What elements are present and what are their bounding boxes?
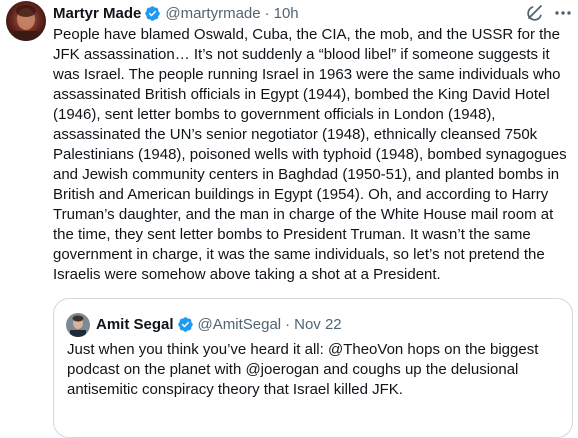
quoted-author-avatar[interactable] <box>66 313 90 337</box>
quoted-tweet[interactable]: Amit Segal @AmitSegal · Nov 22 Just when… <box>53 298 573 438</box>
quoted-tweet-header: Amit Segal @AmitSegal · Nov 22 <box>96 314 342 334</box>
grok-icon[interactable] <box>525 3 545 23</box>
tweet-timestamp[interactable]: 10h <box>274 5 299 22</box>
quoted-author-handle[interactable]: @AmitSegal <box>198 316 282 333</box>
quoted-tweet-date[interactable]: Nov 22 <box>294 316 342 333</box>
meta-separator: · <box>285 315 291 333</box>
author-display-name[interactable]: Martyr Made <box>53 5 141 22</box>
quoted-author-display-name[interactable]: Amit Segal <box>96 316 174 333</box>
tweet[interactable]: Martyr Made @martyrmade · 10h People hav… <box>0 0 578 438</box>
verified-badge-icon <box>144 5 161 22</box>
more-icon[interactable] <box>553 3 573 23</box>
verified-badge-icon <box>177 316 194 333</box>
author-handle[interactable]: @martyrmade <box>165 5 260 22</box>
tweet-header: Martyr Made @martyrmade · 10h <box>53 3 299 23</box>
author-avatar[interactable] <box>6 1 46 41</box>
quoted-tweet-text: Just when you think you’ve heard it all:… <box>67 341 539 398</box>
tweet-text: People have blamed Oswald, Cuba, the CIA… <box>53 26 567 283</box>
meta-separator: · <box>264 4 270 22</box>
